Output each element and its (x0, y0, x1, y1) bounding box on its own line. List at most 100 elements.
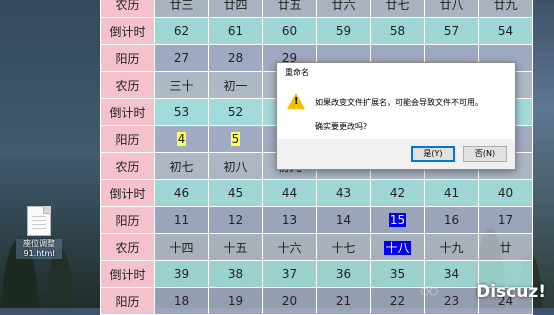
calendar-cell: 62 (154, 17, 209, 45)
row-header: 阳历 (100, 206, 155, 234)
calendar-cell: 十六 (262, 233, 317, 261)
cell-value: 廿三 (169, 0, 194, 12)
cell-value: 十八 (384, 240, 411, 255)
dialog-question: 确实要更改吗? (315, 122, 368, 131)
calendar-cell: 38 (208, 260, 263, 288)
row-header: 倒计时 (100, 17, 155, 45)
no-button[interactable]: 否(N) (463, 146, 507, 162)
calendar-cell: 初八 (208, 152, 263, 180)
cell-value: 62 (173, 24, 190, 38)
cell-value: 23 (443, 294, 460, 308)
desktop-file-icon[interactable]: 座位调整91.html (16, 206, 62, 259)
cell-value: 57 (443, 24, 460, 38)
calendar-cell: 廿六 (316, 0, 371, 18)
row-header: 农历 (100, 0, 155, 18)
row-header: 农历 (100, 233, 155, 261)
cell-value: 20 (281, 294, 298, 308)
calendar-cell: 61 (208, 17, 263, 45)
cell-value: 16 (443, 213, 460, 227)
calendar-cell: 11 (154, 206, 209, 234)
cell-value: 廿五 (277, 0, 302, 12)
cell-value: 22 (389, 294, 406, 308)
calendar-cell: 59 (316, 17, 371, 45)
row-header: 倒计时 (100, 260, 155, 288)
calendar-row: 阳历 18 19 20 21 22 23 24 (100, 287, 533, 315)
rename-dialog: 重命名 ! 如果改变文件扩展名，可能会导致文件不可用。 确实要更改吗? 是(Y)… (276, 62, 516, 170)
dialog-body: ! 如果改变文件扩展名，可能会导致文件不可用。 确实要更改吗? (277, 83, 515, 137)
cell-value: 53 (173, 105, 190, 119)
calendar-row: 倒计时 46 45 44 43 42 41 40 (100, 179, 533, 207)
calendar-cell: 46 (154, 179, 209, 207)
cell-value: 15 (388, 213, 407, 227)
calendar-cell: 45 (208, 179, 263, 207)
cell-value: 43 (335, 186, 352, 200)
calendar-cell: 15 (370, 206, 425, 234)
calendar-row: 农历 十四 十五 十六 十七 十八 十九 廿 (100, 233, 533, 261)
watermark-text: Discuz! (476, 282, 546, 302)
calendar-cell: 4 (154, 125, 209, 153)
calendar-cell: 35 (370, 260, 425, 288)
calendar-cell: 20 (262, 287, 317, 315)
cell-value: 廿八 (439, 0, 464, 12)
dialog-footer: 是(Y) 否(N) (277, 139, 515, 169)
calendar-cell: 54 (478, 17, 533, 45)
calendar-cell: 18 (154, 287, 209, 315)
cell-value: 54 (497, 24, 514, 38)
row-header: 阳历 (100, 44, 155, 72)
cell-value: 5 (230, 132, 241, 146)
calendar-cell: 廿四 (208, 0, 263, 18)
cell-value: 61 (227, 24, 244, 38)
calendar-cell: 十八 (370, 233, 425, 261)
calendar-cell: 36 (316, 260, 371, 288)
calendar-cell: 52 (208, 98, 263, 126)
calendar-cell: 16 (424, 206, 479, 234)
cell-value: 初一 (223, 78, 248, 93)
calendar-cell: 廿九 (478, 0, 533, 18)
calendar-cell: 廿 (478, 233, 533, 261)
cell-value: 28 (227, 51, 244, 65)
calendar-cell: 39 (154, 260, 209, 288)
cell-value (505, 267, 507, 281)
row-header: 农历 (100, 71, 155, 99)
cell-value: 17 (497, 213, 514, 227)
calendar-cell: 廿七 (370, 0, 425, 18)
calendar-cell: 58 (370, 17, 425, 45)
cell-value: 十六 (277, 240, 302, 255)
calendar-cell: 22 (370, 287, 425, 315)
cell-value: 十五 (223, 240, 248, 255)
calendar-cell: 53 (154, 98, 209, 126)
calendar-cell: 42 (370, 179, 425, 207)
calendar-cell: 初七 (154, 152, 209, 180)
calendar-row: 倒计时 39 38 37 36 35 34 (100, 260, 533, 288)
warning-icon: ! (287, 93, 305, 109)
cell-value: 18 (173, 294, 190, 308)
calendar-cell: 40 (478, 179, 533, 207)
cell-value: 59 (335, 24, 352, 38)
calendar-cell: 廿三 (154, 0, 209, 18)
yes-button[interactable]: 是(Y) (411, 146, 455, 162)
cell-value: 36 (335, 267, 352, 281)
calendar-cell: 初一 (208, 71, 263, 99)
cell-value: 38 (227, 267, 244, 281)
calendar-cell: 14 (316, 206, 371, 234)
cell-value: 12 (227, 213, 244, 227)
cell-value: 13 (281, 213, 298, 227)
calendar-cell: 12 (208, 206, 263, 234)
cell-value: 三十 (169, 78, 194, 93)
cell-value: 廿六 (331, 0, 356, 12)
calendar-cell: 十七 (316, 233, 371, 261)
calendar-cell: 十四 (154, 233, 209, 261)
cell-value: 60 (281, 24, 298, 38)
calendar-cell: 34 (424, 260, 479, 288)
cell-value: 廿七 (385, 0, 410, 12)
cell-value: 52 (227, 105, 244, 119)
calendar-row: 倒计时 62 61 60 59 58 57 54 (100, 17, 533, 45)
row-header: 阳历 (100, 287, 155, 315)
cell-value: 11 (173, 213, 190, 227)
row-header: 阳历 (100, 125, 155, 153)
calendar-cell: 十九 (424, 233, 479, 261)
cell-value: 4 (176, 132, 187, 146)
calendar-cell: 十五 (208, 233, 263, 261)
cell-value: 14 (335, 213, 352, 227)
calendar-cell: 57 (424, 17, 479, 45)
